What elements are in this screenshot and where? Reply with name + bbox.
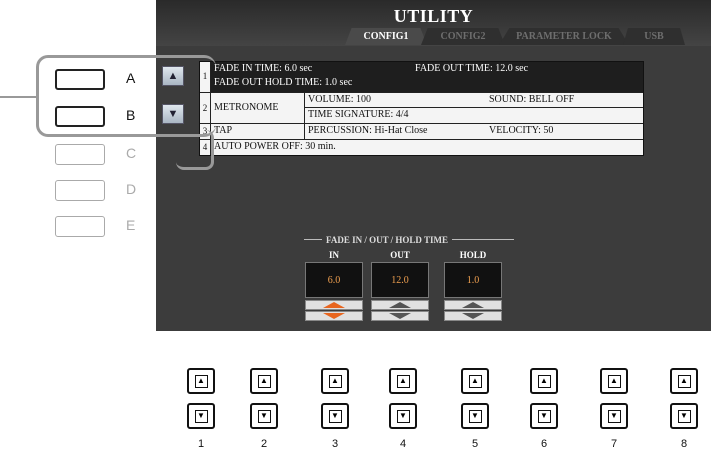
callout-bracket <box>176 130 214 170</box>
auto-power-off-cell[interactable]: AUTO POWER OFF: 30 min. <box>214 141 336 152</box>
lcd-screen: UTILITY CONFIG1 CONFIG2 PARAMETER LOCK U… <box>156 0 711 331</box>
tap-label: TAP <box>214 125 233 136</box>
up-arrow-icon <box>323 302 345 308</box>
down-arrow-icon: ▼ <box>537 409 551 423</box>
fade-in-time-cell[interactable]: FADE IN TIME: 6.0 sec <box>214 63 312 74</box>
down-arrow-icon: ▼ <box>194 409 208 423</box>
metronome-label: METRONOME <box>214 102 279 113</box>
button-2-down[interactable]: ▼ <box>250 403 278 429</box>
fade-hold-up-arrow[interactable] <box>444 300 502 310</box>
metronome-sound-cell[interactable]: SOUND: BELL OFF <box>489 94 574 105</box>
fade-out-value[interactable]: 12.0 <box>371 262 429 298</box>
side-button-a[interactable] <box>55 69 105 90</box>
down-arrow-icon <box>462 313 484 319</box>
button-number-6: 6 <box>540 438 548 450</box>
fade-section-heading: FADE IN / OUT / HOLD TIME <box>322 235 453 245</box>
up-arrow-icon: ▲ <box>194 374 208 388</box>
down-arrow-icon <box>323 313 345 319</box>
button-3-down[interactable]: ▼ <box>321 403 349 429</box>
table-divider <box>304 107 643 108</box>
tap-percussion-cell[interactable]: PERCUSSION: Hi-Hat Close <box>308 125 427 136</box>
fade-out-down-arrow[interactable] <box>371 311 429 321</box>
fade-in-value[interactable]: 6.0 <box>305 262 363 298</box>
tab-config2[interactable]: CONFIG2 <box>421 28 505 45</box>
button-1-down[interactable]: ▼ <box>187 403 215 429</box>
side-label-b: B <box>126 107 136 123</box>
table-divider <box>200 92 643 93</box>
down-arrow-icon: ▼ <box>468 409 482 423</box>
down-arrow-icon: ▼ <box>328 409 342 423</box>
metronome-volume-cell[interactable]: VOLUME: 100 <box>308 94 371 105</box>
fade-out-label: OUT <box>390 250 410 260</box>
side-label-a: A <box>126 70 136 86</box>
side-button-c[interactable] <box>55 144 105 165</box>
button-3-up[interactable]: ▲ <box>321 368 349 394</box>
fade-hold-down-arrow[interactable] <box>444 311 502 321</box>
button-8-down[interactable]: ▼ <box>670 403 698 429</box>
button-4-up[interactable]: ▲ <box>389 368 417 394</box>
up-arrow-icon <box>462 302 484 308</box>
down-arrow-icon: ▼ <box>396 409 410 423</box>
side-label-d: D <box>126 181 137 197</box>
fade-in-up-arrow[interactable] <box>305 300 363 310</box>
button-number-7: 7 <box>610 438 618 450</box>
button-1-up[interactable]: ▲ <box>187 368 215 394</box>
button-number-1: 1 <box>197 438 205 450</box>
button-number-3: 3 <box>331 438 339 450</box>
side-button-b[interactable] <box>55 106 105 127</box>
button-5-up[interactable]: ▲ <box>461 368 489 394</box>
up-arrow-icon: ▲ <box>257 374 271 388</box>
side-label-e: E <box>126 217 136 233</box>
button-8-up[interactable]: ▲ <box>670 368 698 394</box>
button-number-2: 2 <box>260 438 268 450</box>
fade-out-hold-time-cell[interactable]: FADE OUT HOLD TIME: 1.0 sec <box>214 77 352 88</box>
down-arrow-icon: ▼ <box>257 409 271 423</box>
button-2-up[interactable]: ▲ <box>250 368 278 394</box>
up-arrow-icon <box>389 302 411 308</box>
button-5-down[interactable]: ▼ <box>461 403 489 429</box>
up-arrow-icon: ▲ <box>537 374 551 388</box>
button-7-down[interactable]: ▼ <box>600 403 628 429</box>
down-arrow-icon: ▼ <box>607 409 621 423</box>
up-arrow-icon: ▲ <box>468 374 482 388</box>
button-6-down[interactable]: ▼ <box>530 403 558 429</box>
button-7-up[interactable]: ▲ <box>600 368 628 394</box>
tab-parameter-lock[interactable]: PARAMETER LOCK <box>499 28 629 45</box>
fade-out-up-arrow[interactable] <box>371 300 429 310</box>
button-number-4: 4 <box>399 438 407 450</box>
side-button-e[interactable] <box>55 216 105 237</box>
down-arrow-icon <box>389 313 411 319</box>
table-divider <box>304 123 305 139</box>
callout-line <box>0 96 36 98</box>
fade-in-down-arrow[interactable] <box>305 311 363 321</box>
button-number-8: 8 <box>680 438 688 450</box>
up-arrow-icon: ▲ <box>328 374 342 388</box>
tab-usb[interactable]: USB <box>623 28 685 45</box>
tab-config1[interactable]: CONFIG1 <box>345 28 427 45</box>
fade-hold-value[interactable]: 1.0 <box>444 262 502 298</box>
button-6-up[interactable]: ▲ <box>530 368 558 394</box>
fade-out-time-cell[interactable]: FADE OUT TIME: 12.0 sec <box>415 63 528 74</box>
up-arrow-icon: ▲ <box>607 374 621 388</box>
table-divider <box>200 123 643 124</box>
fade-hold-label: HOLD <box>459 250 487 260</box>
up-arrow-icon: ▲ <box>396 374 410 388</box>
button-4-down[interactable]: ▼ <box>389 403 417 429</box>
page-title: UTILITY <box>393 6 474 26</box>
table-divider <box>200 139 643 140</box>
up-arrow-icon: ▲ <box>677 374 691 388</box>
fade-in-label: IN <box>328 250 339 260</box>
down-arrow-icon: ▼ <box>677 409 691 423</box>
side-button-d[interactable] <box>55 180 105 201</box>
config-table: 1 FADE IN TIME: 6.0 sec FADE OUT TIME: 1… <box>199 61 644 156</box>
tap-velocity-cell[interactable]: VELOCITY: 50 <box>489 125 553 136</box>
button-number-5: 5 <box>471 438 479 450</box>
side-label-c: C <box>126 145 137 161</box>
metronome-time-signature-cell[interactable]: TIME SIGNATURE: 4/4 <box>308 109 409 120</box>
